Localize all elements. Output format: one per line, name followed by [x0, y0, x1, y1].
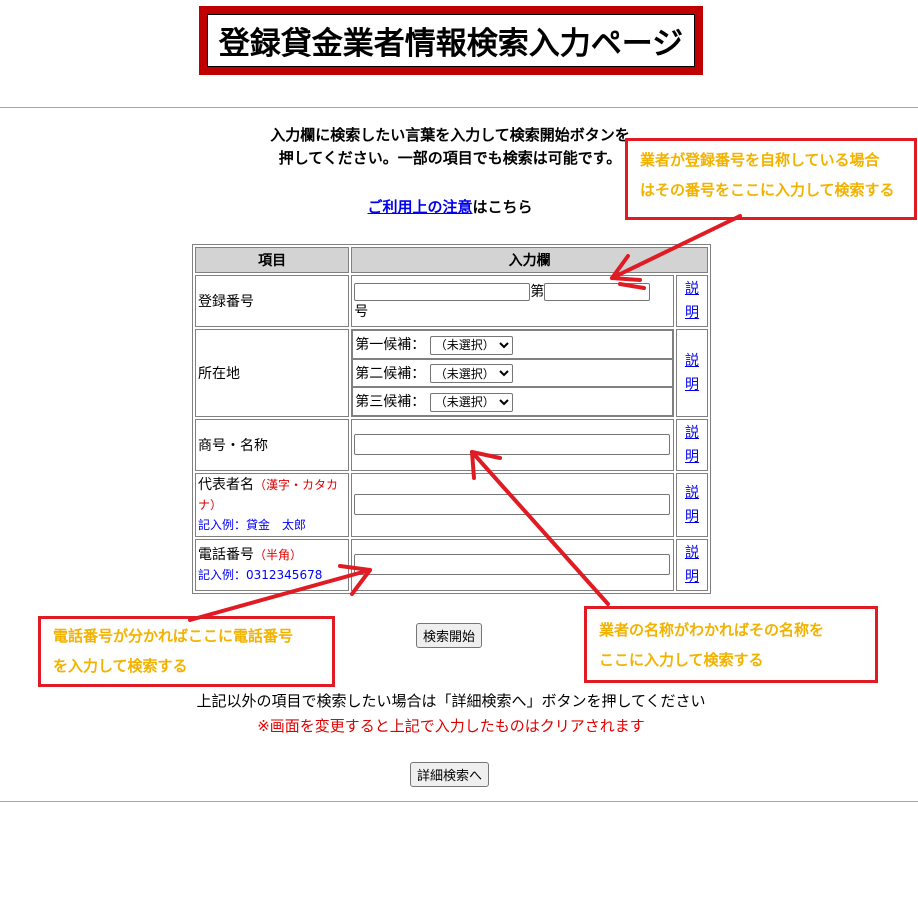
bottom-divider — [0, 801, 918, 802]
registration-callout: 業者が登録番号を自称している場合 はその番号をここに入力して検索する — [625, 138, 917, 220]
representative-explain-link[interactable]: 説明 — [685, 485, 699, 525]
trade-name-explain-cell: 説明 — [675, 418, 708, 471]
detail-search-button[interactable]: 詳細検索へ — [410, 762, 490, 787]
representative-example: 記入例：貸金 太郎 — [198, 517, 307, 532]
registration-cell: 第 号 — [351, 275, 674, 327]
location-candidates: 第一候補： （未選択） 第二候補： （未選択） 第三候補： （未選択） — [352, 330, 673, 416]
location-candidate-3: 第三候補： （未選択） — [352, 387, 673, 416]
registration-go: 号 — [354, 304, 369, 320]
top-divider — [0, 107, 918, 108]
location-candidate-2: 第二候補： （未選択） — [352, 358, 673, 387]
location-explain-link[interactable]: 説明 — [685, 353, 699, 393]
registration-dai: 第 — [530, 284, 545, 300]
name-callout-line1: 業者の名称がわかればその名称を — [599, 621, 825, 639]
phone-callout-line1: 電話番号が分かればここに電話番号 — [53, 627, 294, 645]
search-start-button[interactable]: 検索開始 — [416, 623, 483, 648]
location-explain-cell: 説明 — [675, 329, 708, 417]
registration-explain-link[interactable]: 説明 — [685, 281, 699, 321]
trade-name-input[interactable] — [354, 434, 671, 455]
candidate1-select[interactable]: （未選択） — [429, 335, 513, 355]
page-title: 登録貸金業者情報検索入力ページ — [207, 14, 695, 67]
phone-note: （半角） — [254, 547, 303, 562]
usage-notice-link[interactable]: ご利用上の注意 — [367, 198, 472, 216]
registration-callout-line2: はその番号をここに入力して検索する — [640, 181, 895, 199]
phone-callout-line2: を入力して検索する — [53, 657, 188, 675]
header-input: 入力欄 — [351, 247, 708, 273]
phone-callout: 電話番号が分かればここに電話番号 を入力して検索する — [38, 616, 335, 687]
phone-explain-link[interactable]: 説明 — [685, 545, 699, 585]
other-items-message: 上記以外の項目で検索したい場合は「詳細検索へ」ボタンを押してください — [196, 692, 706, 710]
location-label: 所在地 — [195, 329, 350, 417]
registration-explain-cell: 説明 — [675, 275, 708, 327]
candidate3-label: 第三候補： — [355, 394, 426, 410]
registration-label: 登録番号 — [195, 275, 350, 327]
representative-explain-cell: 説明 — [675, 472, 708, 537]
trade-name-cell — [351, 418, 674, 471]
representative-label: 代表者名 — [198, 476, 254, 493]
search-form-table: 項目 入力欄 登録番号 第 号 説明 所在地 第一候補： （未選択） 第二候補：… — [192, 244, 711, 594]
registration-prefix-input[interactable] — [354, 282, 531, 301]
candidate2-label: 第二候補： — [355, 365, 426, 382]
trade-name-explain-link[interactable]: 説明 — [685, 425, 699, 465]
location-candidate-1: 第一候補： （未選択） — [352, 330, 673, 359]
clear-warning: ※画面を変更すると上記で入力したものはクリアされます — [257, 717, 645, 735]
location-cell: 第一候補： （未選択） 第二候補： （未選択） 第三候補： （未選択） — [351, 329, 674, 417]
representative-input[interactable] — [354, 494, 671, 515]
representative-cell — [351, 472, 674, 537]
usage-notice-suffix: はこちら — [472, 198, 533, 216]
candidate3-select[interactable]: （未選択） — [429, 392, 513, 412]
phone-label-cell: 電話番号（半角） 記入例：0312345678 — [195, 538, 350, 591]
phone-cell — [351, 538, 674, 591]
name-callout-line2: ここに入力して検索する — [599, 651, 764, 669]
phone-example: 記入例：0312345678 — [198, 567, 323, 582]
page-title-frame: 登録貸金業者情報検索入力ページ — [199, 6, 703, 75]
registration-number-input[interactable] — [544, 282, 651, 301]
phone-input[interactable] — [354, 554, 671, 575]
candidate1-label: 第一候補： — [355, 337, 426, 353]
trade-name-label: 商号・名称 — [195, 418, 350, 471]
candidate2-select[interactable]: （未選択） — [429, 364, 513, 383]
representative-label-cell: 代表者名（漢字・カタカナ） 記入例：貸金 太郎 — [195, 472, 350, 537]
registration-callout-line1: 業者が登録番号を自称している場合 — [640, 151, 880, 169]
name-callout: 業者の名称がわかればその名称を ここに入力して検索する — [584, 606, 878, 683]
header-item: 項目 — [195, 247, 350, 273]
phone-label: 電話番号 — [198, 546, 254, 563]
phone-explain-cell: 説明 — [675, 538, 708, 591]
